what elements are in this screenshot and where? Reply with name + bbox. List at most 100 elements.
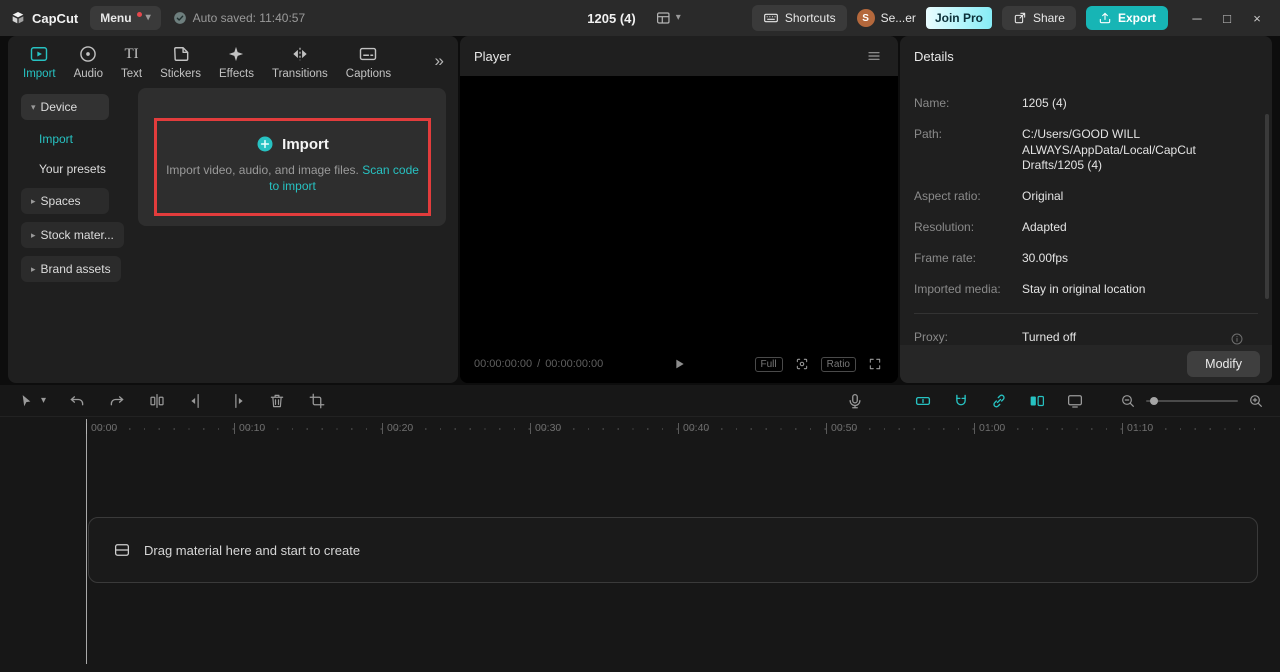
share-icon [1013,11,1027,25]
sidebar-item-spaces[interactable]: ▸ Spaces [21,188,109,214]
export-button[interactable]: Export [1085,6,1168,30]
import-dropzone[interactable]: Import Import video, audio, and image fi… [138,88,446,226]
auto-snap-icon[interactable] [912,390,934,412]
record-voiceover-icon[interactable] [844,390,866,412]
redo-icon[interactable] [106,390,128,412]
timeline-zoom-slider[interactable] [1146,394,1238,408]
details-footer: Modify [900,345,1272,383]
ruler-tick: 00:20 [382,423,413,434]
ruler-tick: 00:40 [678,423,709,434]
tab-captions[interactable]: Captions [337,40,400,84]
project-title: 1205 (4) [587,10,636,26]
keyboard-icon [763,10,779,26]
detail-row-imported-media: Imported media: Stay in original locatio… [914,281,1146,296]
detail-row-path: Path: C:/Users/GOOD WILL ALWAYS/AppData/… [914,126,1196,173]
sidebar-item-brand-assets[interactable]: ▸ Brand assets [21,256,121,282]
chevron-down-icon: ▾ [145,12,151,23]
export-icon [1098,11,1112,25]
check-circle-icon [173,11,187,25]
sidebar-item-import[interactable]: Import [21,128,73,150]
main-track-mirror-icon[interactable] [1026,390,1048,412]
player-controls: 00:00:00:00 / 00:00:00:00 Full Ratio [474,355,884,373]
avatar: S [856,9,875,27]
zoom-in-icon[interactable] [1246,391,1266,411]
select-tool-button[interactable] [16,391,36,411]
ruler-tick: 01:00 [974,423,1005,434]
player-panel: Player 00:00:00:00 / 00:00:00:00 Full Ra… [460,36,898,383]
ruler-tick: 00:30 [530,423,561,434]
maximize-button[interactable]: □ [1214,5,1240,31]
select-tool-dropdown-icon[interactable]: ▾ [39,393,48,408]
text-tab-icon: TI [124,46,139,62]
layout-switch-button[interactable]: ▾ [650,9,687,27]
user-account[interactable]: S Se...er [856,9,916,27]
join-pro-button[interactable]: Join Pro [925,7,992,29]
magnetic-icon[interactable] [950,390,972,412]
media-content: Import Import video, audio, and image fi… [130,88,458,383]
sidebar-item-device[interactable]: ▾ Device [21,94,109,120]
timeline: ▾ 00:00 00:10 00:20 00:30 00:40 00:50 01… [0,385,1280,672]
user-name: Se...er [880,11,916,25]
link-clips-icon[interactable] [988,390,1010,412]
details-scrollbar[interactable] [1265,114,1269,299]
cover-preview-icon[interactable] [1064,390,1086,412]
media-tabs: Import Audio TI Text Stickers Effects Tr… [8,36,458,88]
media-placeholder-icon [113,541,131,559]
caret-down-icon: ▾ [31,101,36,112]
undo-icon[interactable] [66,390,88,412]
zoom-slider-track [1146,399,1238,402]
caret-right-icon: ▸ [31,229,36,240]
audio-tab-icon [78,44,98,64]
modify-button[interactable]: Modify [1187,351,1260,377]
ratio-button[interactable]: Ratio [820,356,856,372]
menu-button[interactable]: Menu ▾ [90,6,161,30]
crop-icon[interactable] [306,390,328,412]
zoom-out-icon[interactable] [1118,391,1138,411]
tab-transitions[interactable]: Transitions [263,40,337,84]
captions-icon [358,44,378,64]
tab-audio[interactable]: Audio [65,40,112,84]
divider [914,312,1258,314]
detail-row-frame-rate: Frame rate: 30.00fps [914,250,1069,265]
play-button[interactable] [665,355,693,373]
plus-circle-icon [256,135,274,153]
shortcuts-button[interactable]: Shortcuts [751,5,847,31]
empty-track-dropzone[interactable]: Drag material here and start to create [88,517,1258,583]
timeline-tracks: Drag material here and start to create [0,442,1280,672]
transitions-icon [290,44,310,64]
snapshot-icon[interactable] [793,355,811,373]
details-panel: Details Name: 1205 (4) Path: C:/Users/GO… [900,36,1272,383]
expand-tabs-icon[interactable]: » [429,50,450,72]
playhead[interactable] [86,419,87,664]
tab-import[interactable]: Import [14,40,65,84]
details-title: Details [914,48,954,64]
tab-stickers[interactable]: Stickers [151,40,210,84]
timeline-toggles [912,390,1086,412]
fullscreen-icon[interactable] [866,355,884,373]
sidebar-item-your-presets[interactable]: Your presets [21,158,106,180]
ruler-tick: 00:50 [826,423,857,434]
layout-grid-icon [656,10,672,26]
player-menu-icon[interactable] [864,46,884,66]
timeline-ruler[interactable]: 00:00 00:10 00:20 00:30 00:40 00:50 01:0… [0,417,1280,441]
import-highlight-box: Import Import video, audio, and image fi… [154,118,431,216]
full-preview-button[interactable]: Full [754,356,783,372]
share-button[interactable]: Share [1001,6,1076,30]
tab-effects[interactable]: Effects [210,40,263,84]
sticker-icon [171,44,191,64]
tab-text[interactable]: TI Text [112,40,151,84]
minimize-button[interactable]: ─ [1184,5,1210,31]
media-sidebar: ▾ Device Import Your presets ▸ Spaces ▸ [8,88,130,383]
delete-right-icon[interactable] [226,390,248,412]
split-icon[interactable] [146,390,168,412]
import-button[interactable]: Import [256,135,329,153]
zoom-slider-handle[interactable] [1150,396,1158,405]
delete-left-icon[interactable] [186,390,208,412]
titlebar: CapCut Menu ▾ Auto saved: 11:40:57 1205 … [0,0,1280,36]
zoom-controls [1118,391,1266,411]
close-button[interactable]: × [1244,5,1270,31]
caret-right-icon: ▸ [31,263,36,274]
sidebar-item-stock-material[interactable]: ▸ Stock mater... [21,222,124,248]
chevron-down-icon: ▾ [675,12,681,23]
delete-icon[interactable] [266,390,288,412]
